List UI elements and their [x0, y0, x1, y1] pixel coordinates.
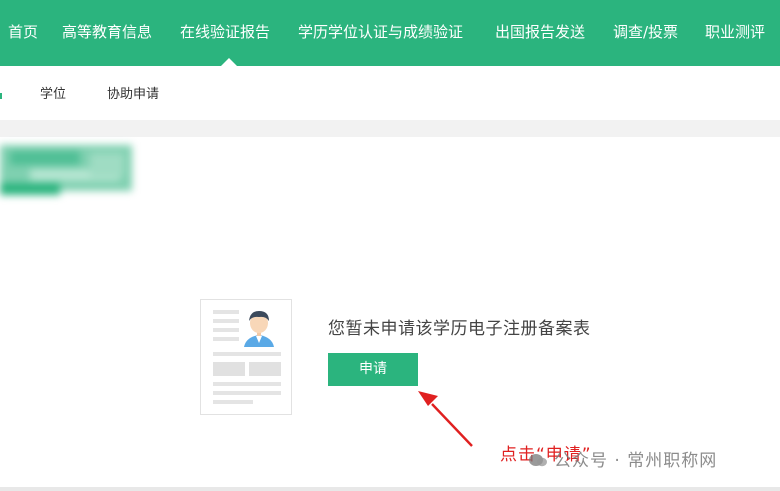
- nav-career-assessment[interactable]: 职业测评: [705, 0, 765, 66]
- bottom-divider: [0, 487, 780, 491]
- top-navigation: 首页 高等教育信息 在线验证报告 学历学位认证与成绩验证 出国报告发送 调查/投…: [0, 0, 780, 66]
- nav-online-verification-report[interactable]: 在线验证报告: [180, 0, 270, 66]
- apply-button[interactable]: 申请: [328, 353, 418, 386]
- watermark: 公众号 · 常州职称网: [528, 448, 717, 474]
- wechat-icon: [529, 454, 547, 467]
- main-content: 您暂未申请该学历电子注册备案表 申请: [0, 137, 780, 487]
- avatar-icon: [244, 311, 274, 347]
- nav-degree-certification[interactable]: 学历学位认证与成绩验证: [298, 0, 463, 66]
- nav-higher-education-info[interactable]: 高等教育信息: [62, 0, 152, 66]
- tab-assisted-application[interactable]: 协助申请: [107, 66, 159, 120]
- redacted-user-info: [0, 137, 138, 199]
- nav-home[interactable]: 首页: [8, 0, 38, 66]
- empty-state-message: 您暂未申请该学历电子注册备案表: [328, 319, 591, 339]
- sub-navigation: 学位 协助申请: [0, 66, 780, 120]
- document-illustration-icon: [200, 299, 292, 415]
- watermark-text: 公众号 · 常州职称网: [554, 451, 718, 471]
- cropped-tab-edge: [0, 93, 2, 99]
- nav-survey-vote[interactable]: 调查/投票: [613, 0, 678, 66]
- tab-degree[interactable]: 学位: [40, 66, 66, 120]
- nav-overseas-report[interactable]: 出国报告发送: [495, 0, 585, 66]
- active-nav-indicator: [221, 58, 237, 66]
